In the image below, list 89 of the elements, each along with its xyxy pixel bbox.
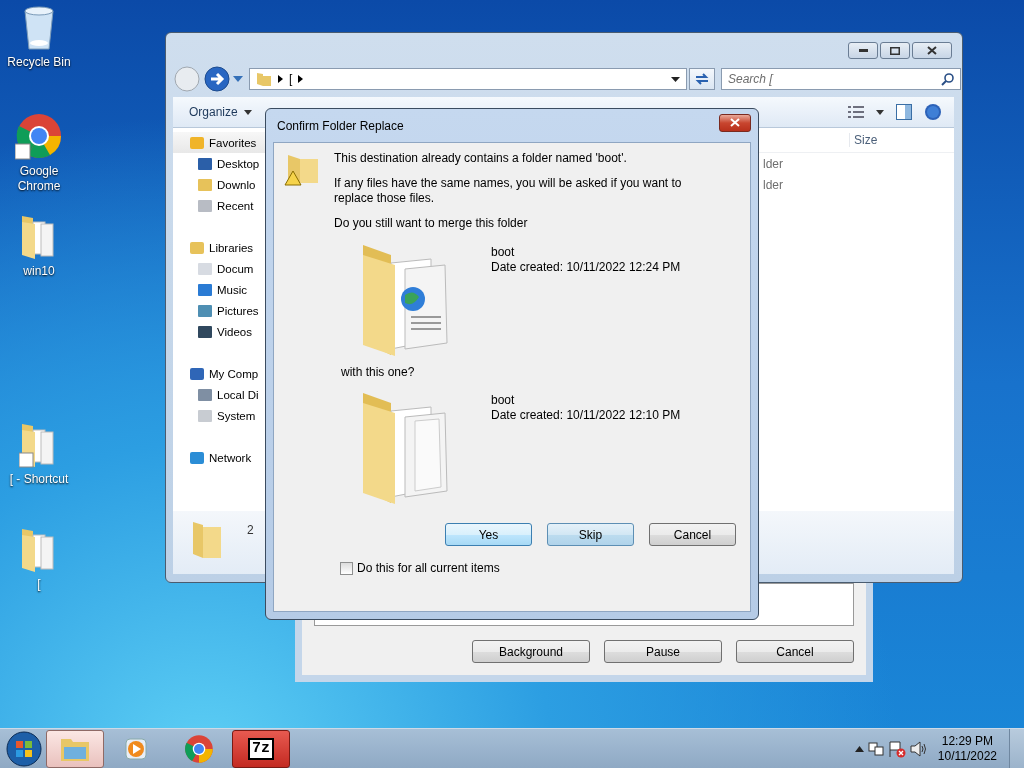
nav-icon xyxy=(197,197,213,214)
chrome-icon xyxy=(184,733,214,764)
progress-button[interactable]: Cancel xyxy=(736,640,854,663)
nav-icon xyxy=(189,449,205,466)
history-dropdown-icon[interactable] xyxy=(233,76,243,82)
refresh-icon xyxy=(694,72,710,86)
play-icon xyxy=(124,735,150,762)
nav-group[interactable]: Libraries xyxy=(173,237,273,258)
clock-date: 10/11/2022 xyxy=(937,748,997,764)
folder-icon xyxy=(191,519,223,559)
start-button[interactable] xyxy=(6,730,42,767)
nav-icon xyxy=(197,323,213,340)
dialog-button[interactable]: Yes xyxy=(445,523,532,546)
nav-item[interactable]: Desktop xyxy=(173,153,273,174)
nav-icon xyxy=(197,281,213,298)
close-icon xyxy=(927,46,937,55)
item-count: 2 xyxy=(247,522,254,537)
separator-text: with this one? xyxy=(341,365,416,381)
nav-icon xyxy=(197,176,213,193)
progress-button[interactable]: Pause xyxy=(604,640,722,663)
clock[interactable]: 12:29 PM 10/11/2022 xyxy=(937,733,997,764)
show-desktop-button[interactable] xyxy=(1009,728,1024,768)
nav-item[interactable]: Pictures xyxy=(173,300,273,321)
nav-icon xyxy=(189,134,205,151)
folder-name: boot xyxy=(491,245,516,260)
folder-name: boot xyxy=(491,393,516,408)
date-created: Date created: 10/11/2022 12:24 PM xyxy=(491,260,681,275)
file-type-cell: lder xyxy=(763,177,783,192)
address-bar[interactable]: [ xyxy=(249,68,687,90)
checkbox-label[interactable]: Do this for all current items xyxy=(357,561,500,575)
desktop-icon-label[interactable]: win10 xyxy=(4,264,74,279)
file-type-cell: lder xyxy=(763,156,783,171)
preview-pane-icon[interactable] xyxy=(896,104,912,120)
checkbox[interactable] xyxy=(340,561,353,575)
desktop-icon-label[interactable]: Recycle Bin xyxy=(4,55,74,70)
chevron-icon xyxy=(278,75,283,83)
nav-icon xyxy=(197,386,213,403)
progress-button[interactable]: Background xyxy=(472,640,590,663)
address-segment[interactable]: [ xyxy=(289,72,293,86)
message-text: This destination already contains a folder named 'boot'. xyxy=(334,151,628,166)
network-icon[interactable] xyxy=(867,740,884,757)
chrome-icon[interactable] xyxy=(15,112,63,160)
nav-icon xyxy=(197,260,213,277)
taskbar-button[interactable] xyxy=(46,729,104,768)
close-button[interactable] xyxy=(719,113,751,132)
folder-icon xyxy=(256,71,272,87)
dialog-title: Confirm Folder Replace xyxy=(277,118,404,133)
nav-group[interactable]: My Comp xyxy=(173,363,273,384)
nav-item[interactable]: Local Di xyxy=(173,384,273,405)
nav-item[interactable]: System xyxy=(173,405,273,426)
dialog-button[interactable]: Skip xyxy=(547,523,634,546)
nav-group[interactable]: Network xyxy=(173,447,273,468)
dropdown-icon[interactable] xyxy=(671,76,680,82)
show-hidden-icons-icon[interactable] xyxy=(854,745,864,752)
search-field[interactable]: Search [ xyxy=(721,68,961,90)
question-text: Do you still want to merge this folder xyxy=(334,216,529,231)
volume-icon[interactable] xyxy=(909,740,928,757)
flag-icon[interactable] xyxy=(887,739,906,758)
message-text: If any files have the same names, you will be asked if you want to replace those files. xyxy=(334,176,683,206)
minimize-button[interactable] xyxy=(848,42,878,59)
minimize-icon xyxy=(858,49,868,52)
desktop-icon-label[interactable]: Google Chrome xyxy=(4,164,74,194)
maximize-button[interactable] xyxy=(880,42,910,59)
nav-icon xyxy=(197,302,213,319)
nav-item[interactable]: Videos xyxy=(173,321,273,342)
refresh-button[interactable] xyxy=(689,68,715,90)
nav-icon xyxy=(189,239,205,256)
maximize-icon xyxy=(890,46,900,55)
organize-menu[interactable]: Organize xyxy=(185,105,256,119)
nav-icon xyxy=(189,365,205,382)
dialog-button[interactable]: Cancel xyxy=(649,523,736,546)
view-options-icon[interactable] xyxy=(848,106,864,118)
forward-button[interactable] xyxy=(203,65,231,93)
column-header[interactable]: Size xyxy=(849,133,944,147)
app-logo: 7z xyxy=(248,737,274,760)
nav-item[interactable]: Music xyxy=(173,279,273,300)
taskbar-button[interactable]: 7z xyxy=(232,729,290,768)
date-created: Date created: 10/11/2022 12:10 PM xyxy=(491,408,681,423)
nav-item[interactable]: Docum xyxy=(173,258,273,279)
nav-item[interactable]: Downlo xyxy=(173,174,273,195)
nav-item[interactable]: Recent xyxy=(173,195,273,216)
nav-icon xyxy=(197,155,213,172)
close-icon xyxy=(730,118,740,127)
chevron-icon xyxy=(298,75,304,83)
dropdown-icon[interactable] xyxy=(876,109,884,115)
caret-icon xyxy=(243,109,252,115)
nav-icon xyxy=(197,407,213,424)
clock-time: 12:29 PM xyxy=(941,733,994,749)
close-button[interactable] xyxy=(912,42,952,59)
